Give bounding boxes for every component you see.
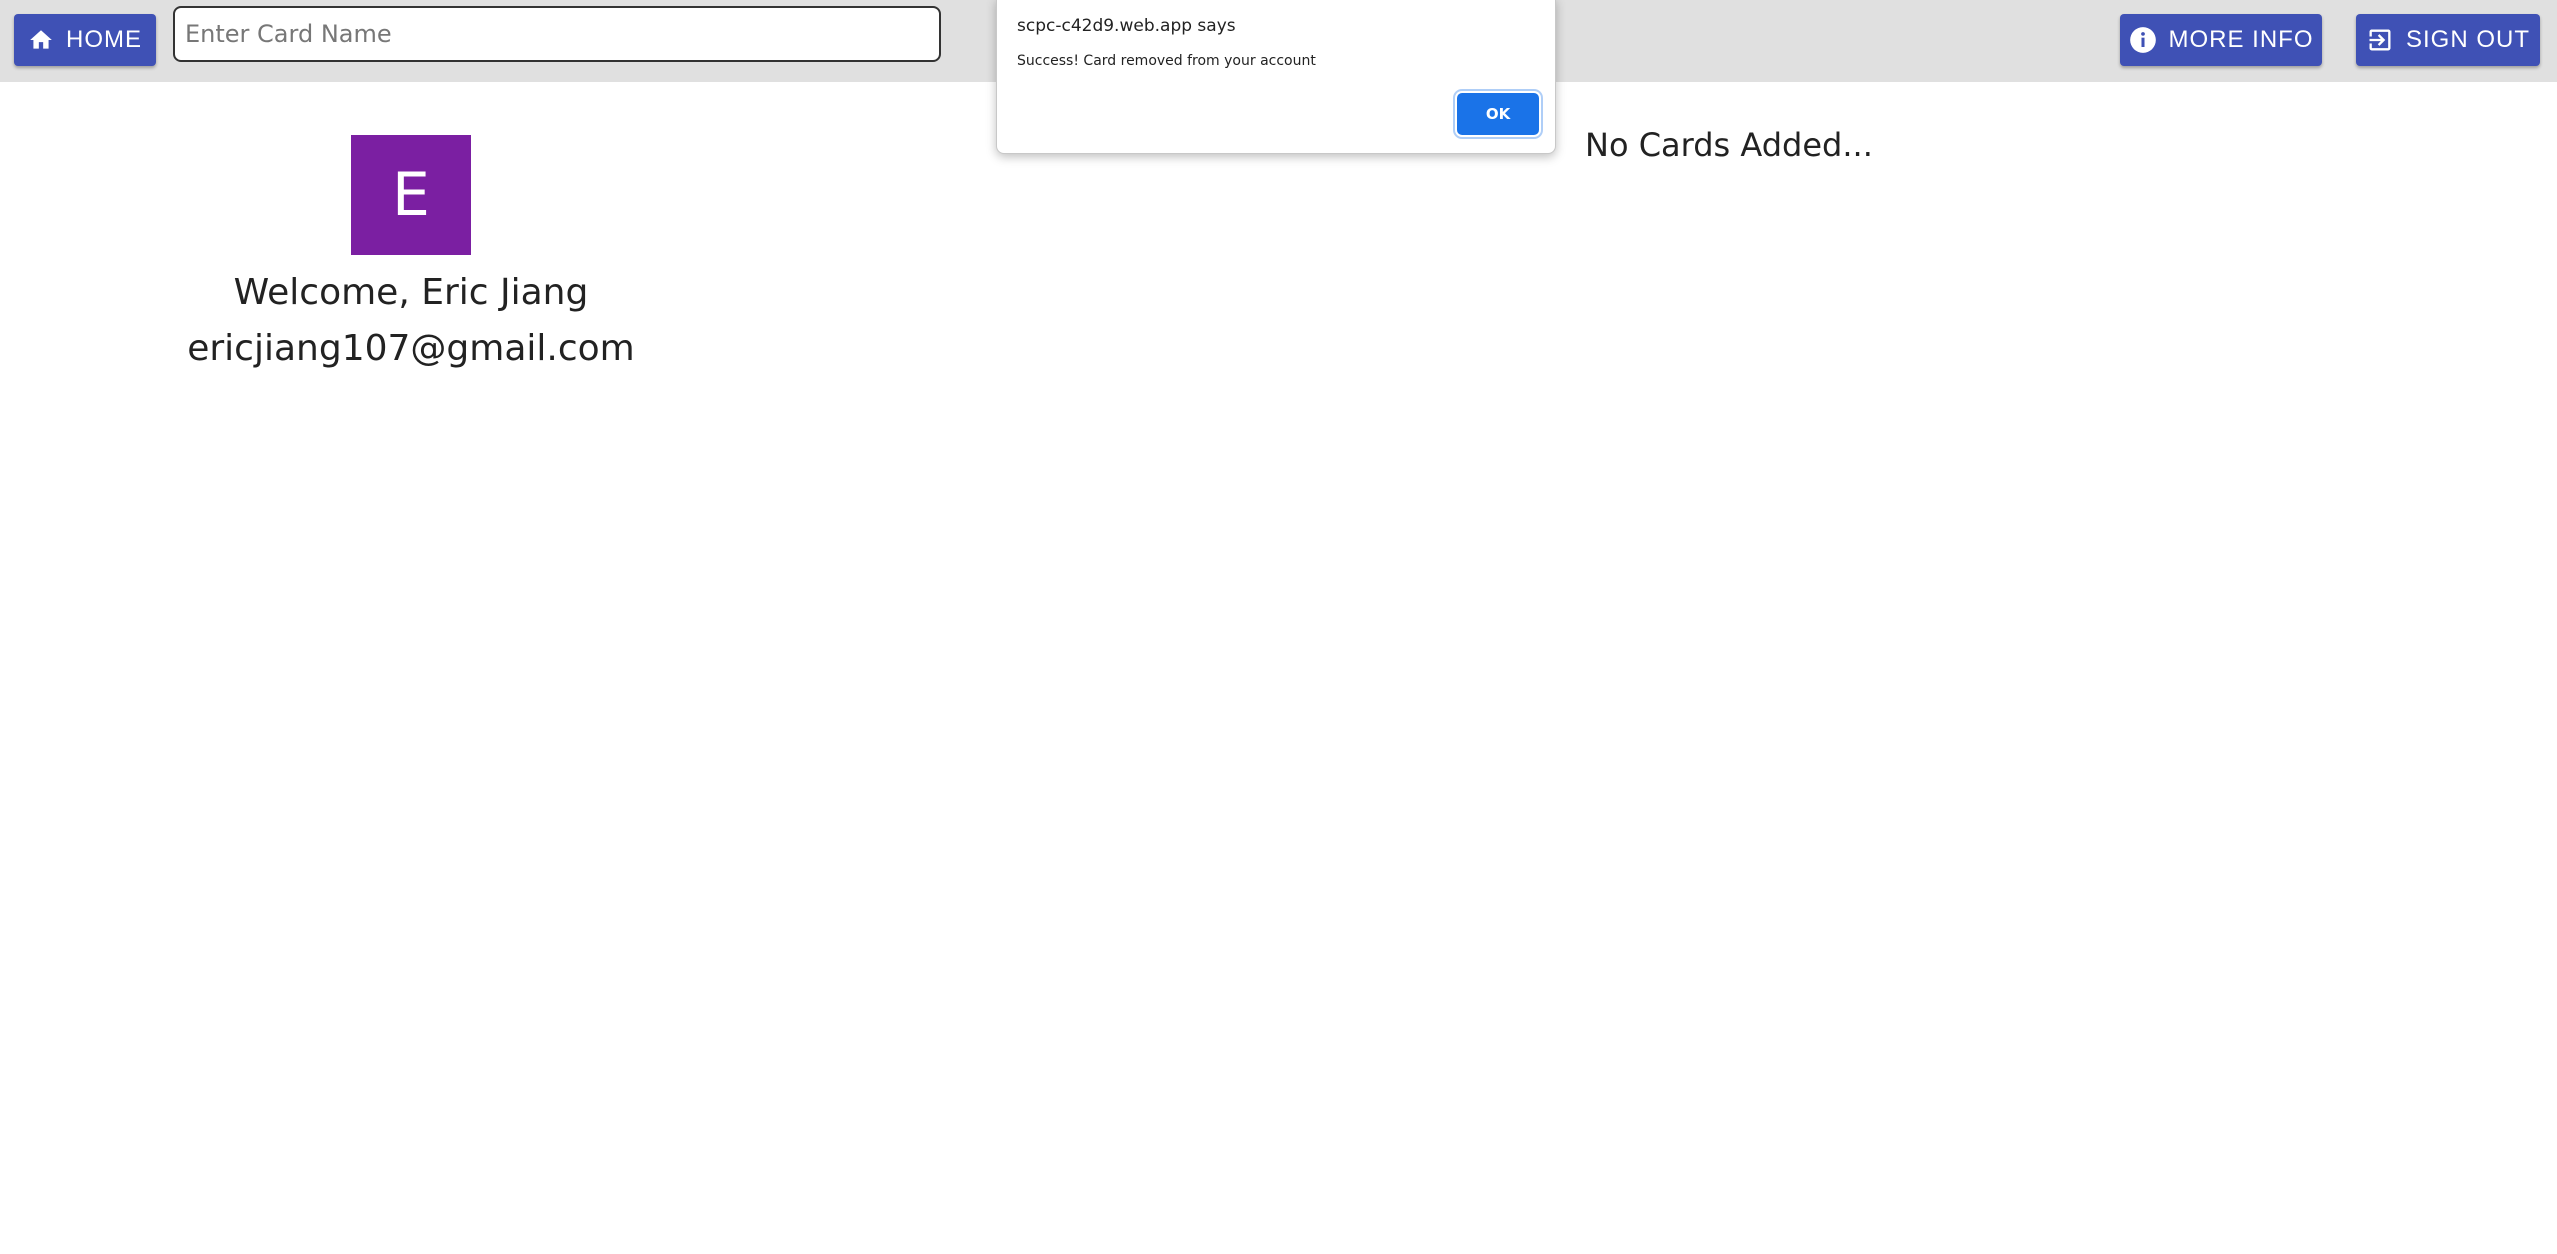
more-info-button[interactable]: MORE INFO bbox=[2120, 14, 2322, 66]
home-button-label: HOME bbox=[66, 26, 142, 53]
exit-icon bbox=[2366, 26, 2394, 54]
sign-out-label: SIGN OUT bbox=[2405, 26, 2530, 53]
sign-out-button[interactable]: SIGN OUT bbox=[2356, 14, 2540, 66]
card-name-input[interactable] bbox=[173, 6, 941, 62]
alert-dialog: scpc-c42d9.web.app says Success! Card re… bbox=[996, 0, 1556, 154]
welcome-text: Welcome, Eric Jiang bbox=[233, 272, 589, 313]
home-icon bbox=[28, 27, 54, 53]
info-icon bbox=[2129, 26, 2157, 54]
user-email: ericjiang107@gmail.com bbox=[187, 328, 635, 369]
home-button[interactable]: HOME bbox=[14, 14, 156, 66]
ok-button[interactable]: OK bbox=[1457, 93, 1539, 135]
dialog-message: Success! Card removed from your account bbox=[1017, 53, 1316, 69]
dialog-title: scpc-c42d9.web.app says bbox=[1017, 16, 1236, 36]
no-cards-message: No Cards Added... bbox=[1585, 126, 1873, 164]
more-info-label: MORE INFO bbox=[2168, 26, 2314, 53]
avatar-letter: E bbox=[392, 160, 430, 230]
avatar: E bbox=[351, 135, 471, 255]
